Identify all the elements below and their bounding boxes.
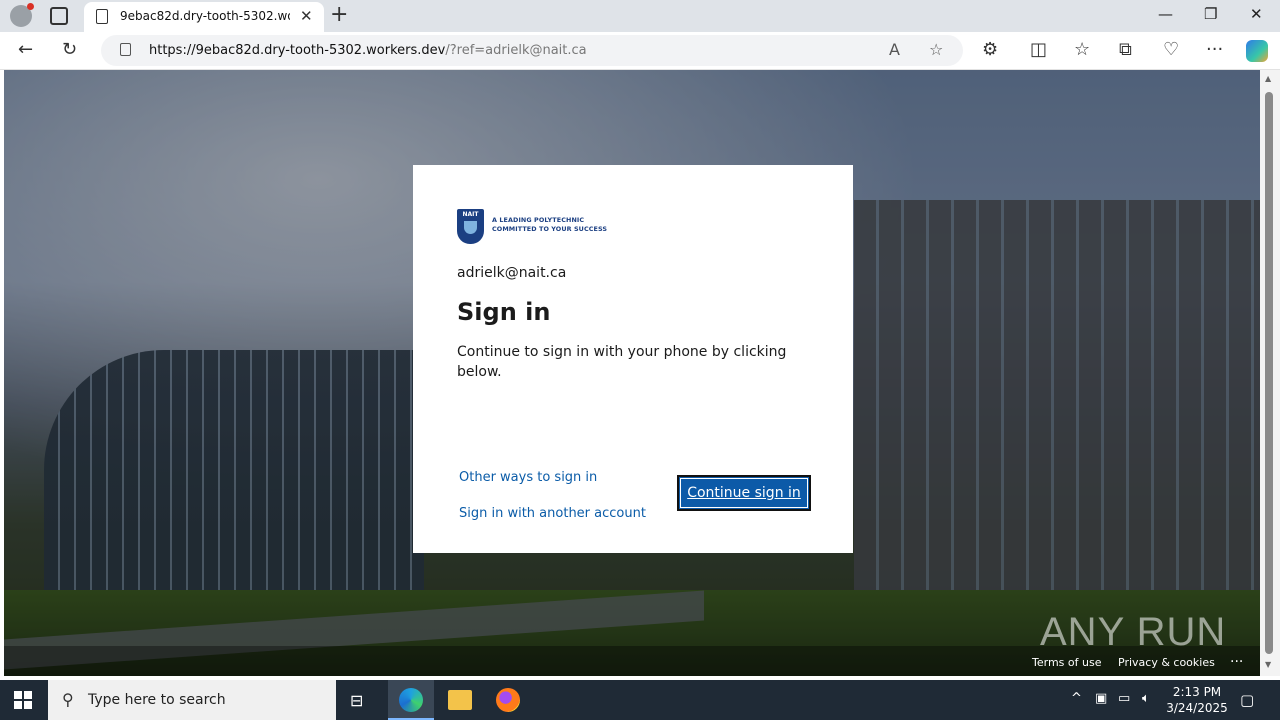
page-viewport: NAIT A LEADING POLYTECHNIC COMMITTED TO … — [4, 70, 1260, 676]
signin-card: NAIT A LEADING POLYTECHNIC COMMITTED TO … — [413, 165, 853, 553]
edge-icon[interactable] — [399, 688, 423, 712]
scroll-up-icon[interactable]: ▲ — [1265, 74, 1271, 83]
split-screen-icon[interactable]: ◫ — [1030, 39, 1047, 60]
task-view-icon[interactable]: ⊟ — [350, 691, 363, 710]
terms-link[interactable]: Terms of use — [1032, 656, 1101, 669]
signin-description: Continue to sign in with your phone by c… — [457, 342, 797, 382]
search-placeholder: Type here to search — [88, 692, 226, 708]
address-bar[interactable]: https://9ebac82d.dry-tooth-5302.workers.… — [101, 35, 963, 66]
scroll-thumb[interactable] — [1265, 92, 1273, 654]
other-ways-link[interactable]: Other ways to sign in — [459, 470, 597, 485]
tray-chevron-icon[interactable]: ^ — [1071, 691, 1082, 706]
favorite-star-icon[interactable]: ☆ — [929, 40, 943, 59]
clock-time: 2:13 PM — [1162, 684, 1232, 700]
account-email: adrielk@nait.ca — [457, 265, 566, 281]
another-account-link[interactable]: Sign in with another account — [459, 506, 646, 521]
refresh-icon[interactable]: ↻ — [62, 39, 77, 60]
read-aloud-icon[interactable]: A — [889, 40, 900, 59]
nait-shield-icon: NAIT — [457, 209, 484, 244]
restore-icon[interactable]: ❐ — [1204, 5, 1217, 23]
copilot-icon[interactable] — [1246, 40, 1268, 62]
footer-more-button[interactable]: ... — [1230, 650, 1243, 666]
tab-title: 9ebac82d.dry-tooth-5302.workers.dev — [120, 9, 290, 23]
browser-tab[interactable]: 9ebac82d.dry-tooth-5302.workers.dev ✕ — [84, 2, 324, 32]
minimize-icon[interactable]: — — [1158, 5, 1173, 23]
taskbar-search[interactable]: ⚲ Type here to search — [48, 680, 336, 720]
nait-logo: NAIT A LEADING POLYTECHNIC COMMITTED TO … — [457, 209, 607, 245]
privacy-link[interactable]: Privacy & cookies — [1118, 656, 1215, 669]
volume-icon[interactable]: 🔈︎ — [1142, 691, 1150, 706]
scroll-down-icon[interactable]: ▼ — [1265, 660, 1271, 669]
tab-close-icon[interactable]: ✕ — [300, 7, 313, 25]
anyrun-watermark: ANY RUN — [1040, 610, 1226, 655]
browser-essentials-icon[interactable]: ♡ — [1163, 39, 1179, 60]
back-icon[interactable]: ← — [18, 39, 33, 60]
collections-icon[interactable]: ⧉ — [1119, 39, 1132, 60]
device-icon[interactable]: ▣ — [1095, 691, 1107, 706]
page-title: Sign in — [457, 298, 550, 326]
tab-actions-icon[interactable] — [50, 7, 68, 25]
windows-start-icon[interactable] — [14, 691, 32, 709]
network-icon[interactable]: ▭ — [1118, 691, 1130, 706]
favorites-icon[interactable]: ☆ — [1074, 39, 1090, 60]
extensions-icon[interactable]: ⚙ — [982, 39, 998, 60]
logo-tagline: A LEADING POLYTECHNIC COMMITTED TO YOUR … — [492, 216, 607, 234]
page-icon — [96, 9, 108, 24]
firefox-icon[interactable] — [496, 688, 520, 712]
windows-taskbar: ⚲ Type here to search ⊟ ^ ▣ ▭ 🔈︎ 2:13 PM… — [0, 680, 1280, 720]
close-window-icon[interactable]: ✕ — [1250, 5, 1263, 23]
url-text[interactable]: https://9ebac82d.dry-tooth-5302.workers.… — [149, 43, 587, 58]
new-tab-button[interactable]: + — [330, 2, 348, 27]
notifications-icon[interactable]: ▢ — [1240, 691, 1254, 709]
taskbar-clock[interactable]: 2:13 PM 3/24/2025 — [1162, 684, 1232, 716]
clock-date: 3/24/2025 — [1162, 700, 1232, 716]
profile-avatar[interactable] — [10, 5, 32, 27]
lock-icon[interactable] — [120, 43, 131, 56]
browser-titlebar: 9ebac82d.dry-tooth-5302.workers.dev ✕ + … — [0, 0, 1280, 32]
continue-signin-button[interactable]: Continue sign in — [677, 475, 811, 511]
search-icon: ⚲ — [62, 690, 74, 709]
page-scrollbar[interactable]: ▲ ▼ — [1260, 70, 1280, 676]
more-menu-icon[interactable]: ··· — [1206, 39, 1223, 60]
browser-toolbar: ← ↻ https://9ebac82d.dry-tooth-5302.work… — [0, 32, 1280, 70]
file-explorer-icon[interactable] — [448, 690, 472, 710]
